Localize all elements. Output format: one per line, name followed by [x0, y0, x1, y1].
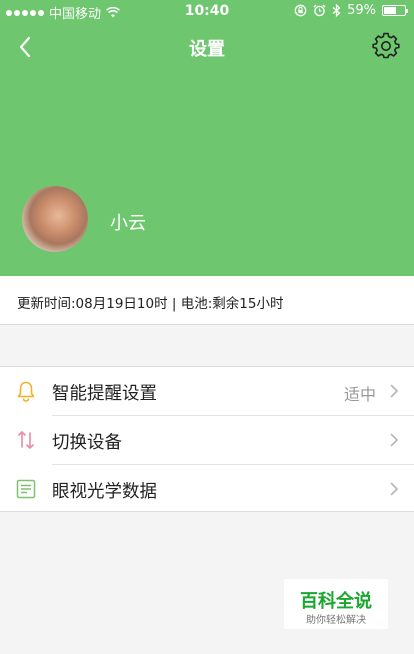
swap-arrows-icon — [18, 430, 34, 450]
menu-item-optometry-data[interactable]: 眼视光学数据 — [0, 465, 414, 513]
menu-item-smart-reminder[interactable]: 智能提醒设置 适中 — [0, 367, 414, 415]
battery-percent: 59% — [347, 3, 376, 18]
username-label: 小云 — [110, 213, 146, 234]
document-list-icon — [16, 479, 36, 499]
settings-button[interactable] — [372, 32, 400, 60]
status-right: 59% — [294, 3, 408, 18]
settings-menu: 智能提醒设置 适中 切换设备 眼视光学数据 — [0, 366, 414, 512]
menu-item-label: 智能提醒设置 — [52, 384, 157, 404]
gear-icon — [372, 32, 400, 59]
orientation-lock-icon — [294, 4, 307, 17]
watermark-title: 百科全说 — [300, 591, 372, 612]
chevron-right-icon — [390, 482, 399, 496]
nav-bar: 设置 — [0, 24, 414, 68]
watermark-badge: 百科全说 助你轻松解决 — [284, 579, 388, 629]
page-title: 设置 — [189, 39, 225, 60]
alarm-clock-icon — [313, 4, 326, 17]
bell-icon — [17, 381, 35, 402]
battery-fill — [384, 7, 396, 14]
header-banner: 中国移动 10:40 59% 设置 小云 — [0, 0, 414, 276]
menu-item-label: 切换设备 — [52, 433, 122, 453]
menu-item-value: 适中 — [343, 385, 376, 404]
bluetooth-icon — [332, 4, 341, 17]
status-bar: 中国移动 10:40 59% — [0, 0, 414, 24]
update-info-text: 更新时间:08月19日10时 | 电池:剩余15小时 — [17, 296, 284, 312]
update-info-bar: 更新时间:08月19日10时 | 电池:剩余15小时 — [0, 276, 414, 325]
menu-item-label: 眼视光学数据 — [52, 482, 157, 502]
battery-icon — [382, 5, 408, 16]
menu-item-switch-device[interactable]: 切换设备 — [0, 416, 414, 464]
avatar[interactable] — [22, 186, 88, 252]
chevron-right-icon — [390, 384, 399, 398]
watermark-subtitle: 助你轻松解决 — [306, 615, 366, 626]
chevron-right-icon — [390, 433, 399, 447]
